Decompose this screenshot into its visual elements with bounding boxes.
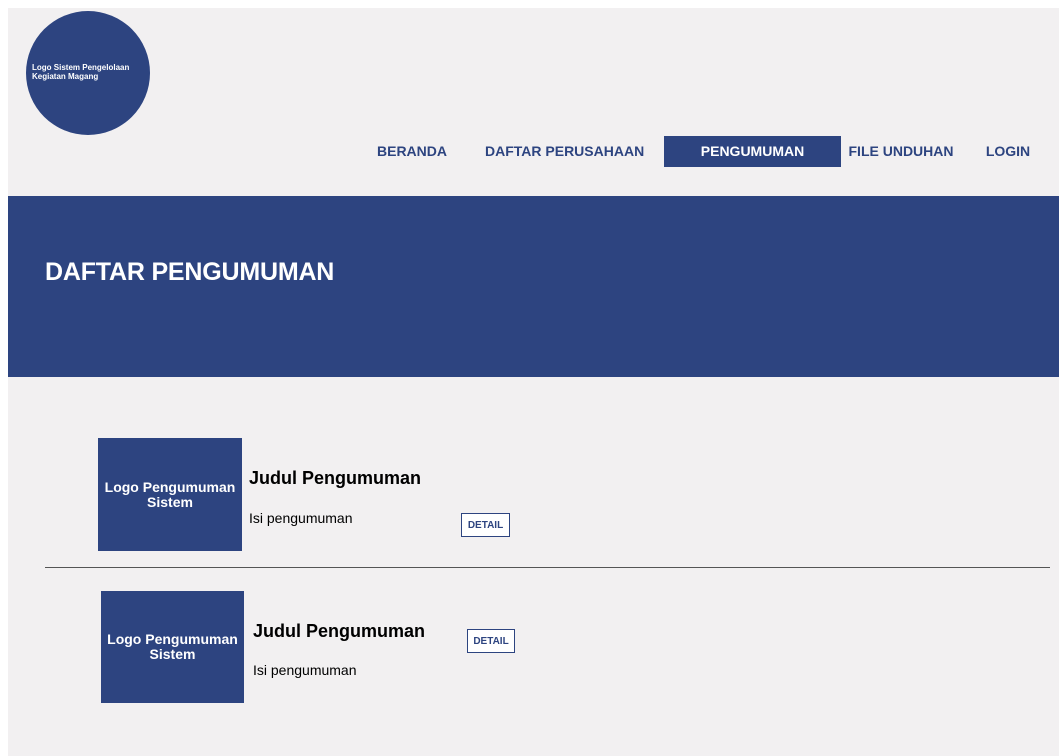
announcement-body: Isi pengumuman: [249, 510, 353, 526]
announcement-logo-text: Logo Pengumuman Sistem: [107, 631, 238, 662]
detail-button[interactable]: DETAIL: [467, 629, 515, 653]
detail-button[interactable]: DETAIL: [461, 513, 510, 537]
announcement-title: Judul Pengumuman: [249, 468, 422, 488]
page-banner: DAFTAR PENGUMUMAN: [8, 196, 1059, 377]
announcement-logo-text: Logo Pengumuman Sistem: [104, 478, 236, 510]
nav-item-file-unduhan[interactable]: FILE UNDUHAN: [844, 136, 958, 167]
page-frame: Logo Sistem Pengelolaan Kegiatan Magang …: [8, 8, 1059, 756]
announcement-logo: Logo Pengumuman Sistem: [101, 591, 244, 703]
nav-item-login[interactable]: LOGIN: [981, 136, 1035, 167]
page-title: DAFTAR PENGUMUMAN: [45, 258, 335, 286]
main-nav: BERANDA DAFTAR PERUSAHAAN PENGUMUMAN FIL…: [8, 136, 1059, 167]
nav-item-beranda[interactable]: BERANDA: [376, 136, 448, 167]
announcement-logo: Logo Pengumuman Sistem: [98, 438, 242, 551]
announcement-title: Judul Pengumuman: [253, 621, 426, 641]
site-logo-text: Logo Sistem Pengelolaan Kegiatan Magang: [32, 63, 130, 81]
site-logo[interactable]: Logo Sistem Pengelolaan Kegiatan Magang: [26, 11, 150, 135]
announcement-divider: [45, 567, 1050, 568]
nav-item-daftar-perusahaan[interactable]: DAFTAR PERUSAHAAN: [485, 136, 644, 167]
nav-item-pengumuman[interactable]: PENGUMUMAN: [664, 136, 841, 167]
announcement-body: Isi pengumuman: [253, 662, 357, 678]
